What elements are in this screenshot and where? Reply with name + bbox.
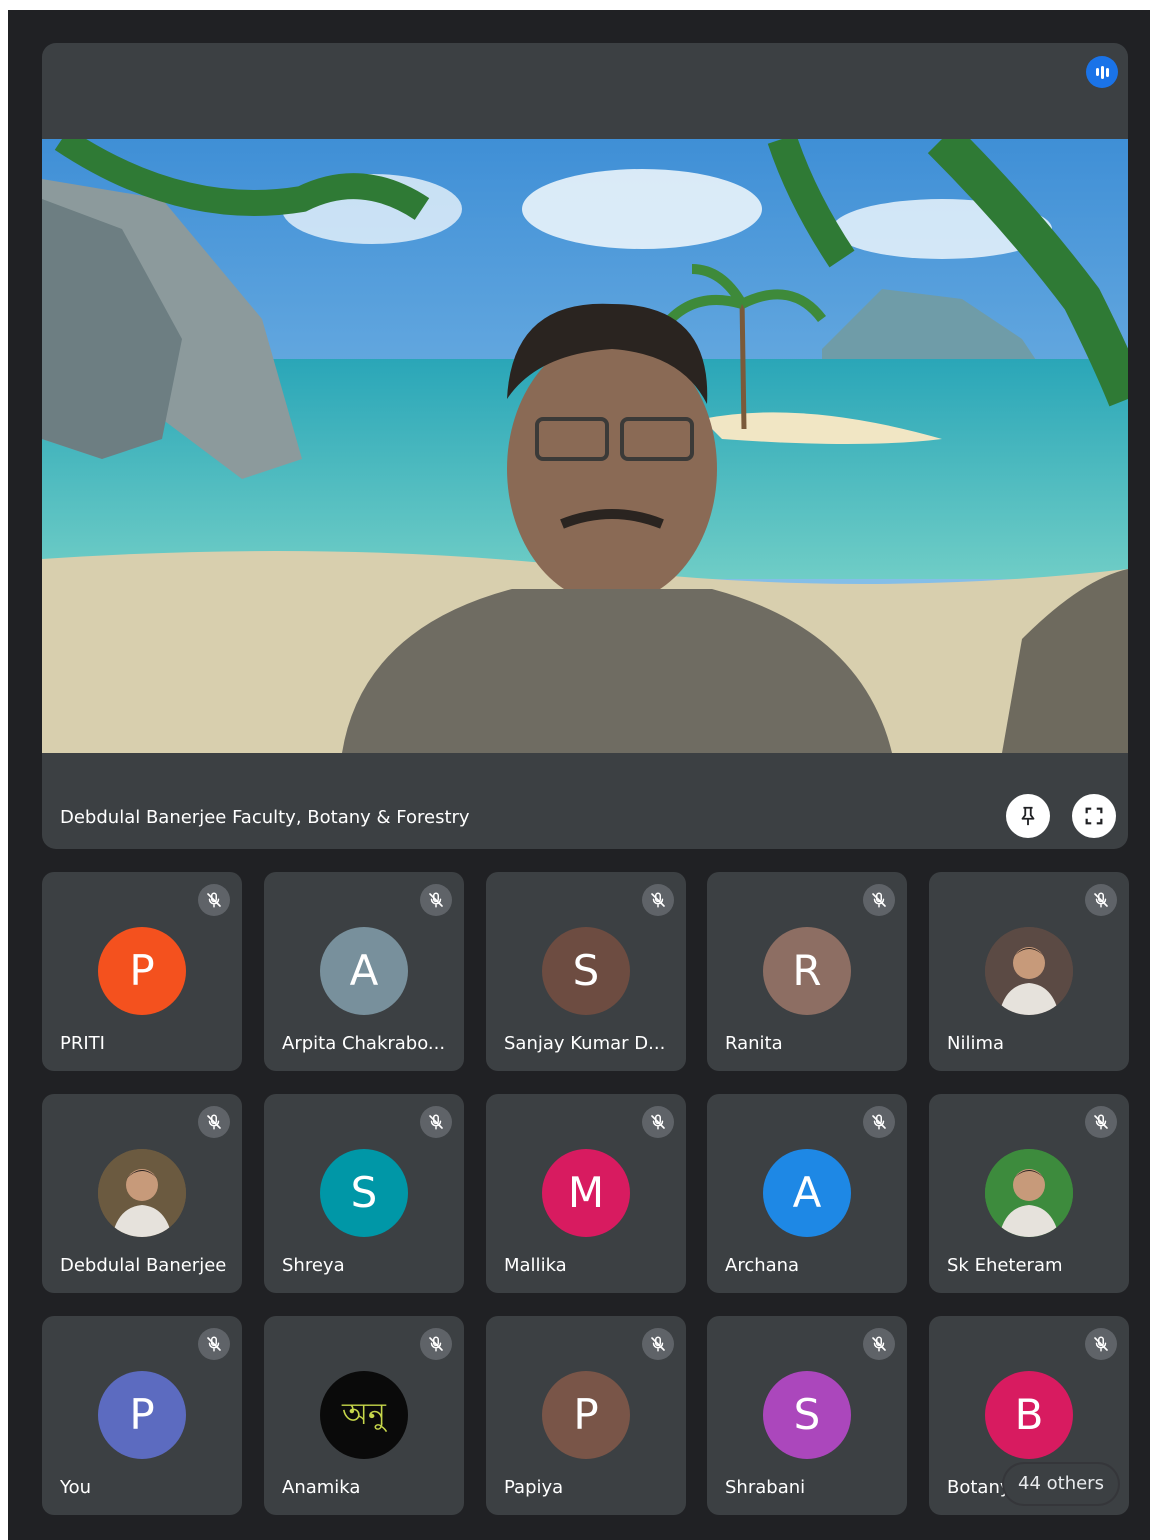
participant-tile[interactable]: R Ranita (707, 872, 907, 1071)
mic-off-icon (1085, 1328, 1117, 1360)
avatar: M (542, 1149, 630, 1237)
participant-name: Shrabani (725, 1477, 806, 1498)
avatar: A (763, 1149, 851, 1237)
avatar: P (542, 1371, 630, 1459)
participant-tile[interactable]: অনু Anamika (264, 1316, 464, 1515)
mic-off-icon (198, 1106, 230, 1138)
participant-tile[interactable]: M Mallika (486, 1094, 686, 1293)
speaker-video-frame (42, 139, 1128, 753)
participant-tile[interactable]: S Sanjay Kumar D... (486, 872, 686, 1071)
participant-tile[interactable]: S Shrabani (707, 1316, 907, 1515)
mic-off-icon (642, 1328, 674, 1360)
participant-tile[interactable]: P You (42, 1316, 242, 1515)
participant-name: Sanjay Kumar D... (504, 1033, 666, 1054)
pin-button[interactable] (1006, 794, 1050, 838)
avatar-photo (985, 1149, 1073, 1237)
fullscreen-icon (1085, 807, 1103, 825)
avatar: P (98, 1371, 186, 1459)
mic-off-icon (863, 884, 895, 916)
avatar: S (320, 1149, 408, 1237)
mic-off-icon (420, 1328, 452, 1360)
avatar: R (763, 927, 851, 1015)
avatar: S (542, 927, 630, 1015)
participant-tile[interactable]: A Arpita Chakrabo... (264, 872, 464, 1071)
participant-tile[interactable]: B Botany 44 others (929, 1316, 1129, 1515)
main-speaker-name: Debdulal Banerjee Faculty, Botany & Fore… (60, 807, 470, 828)
participant-name: You (60, 1477, 92, 1498)
mic-off-icon (863, 1106, 895, 1138)
avatar: S (763, 1371, 851, 1459)
participant-tile[interactable]: S Shreya (264, 1094, 464, 1293)
participant-tile[interactable]: Sk Eheteram (929, 1094, 1129, 1293)
mic-off-icon (198, 884, 230, 916)
participant-tile[interactable]: Debdulal Banerjee (42, 1094, 242, 1293)
participant-name: PRITI (60, 1033, 105, 1054)
mic-off-icon (420, 884, 452, 916)
participant-tile[interactable]: P Papiya (486, 1316, 686, 1515)
mic-off-icon (420, 1106, 452, 1138)
avatar: B (985, 1371, 1073, 1459)
avatar: অনু (320, 1371, 408, 1459)
participant-name: Mallika (504, 1255, 567, 1276)
pin-icon (1021, 806, 1035, 826)
speaking-indicator-icon (1086, 56, 1118, 88)
participant-name: Anamika (282, 1477, 361, 1498)
avatar-photo (985, 927, 1073, 1015)
mic-off-icon (863, 1328, 895, 1360)
mic-off-icon (642, 884, 674, 916)
participant-tile[interactable]: P PRITI (42, 872, 242, 1071)
mic-off-icon (198, 1328, 230, 1360)
participant-name: Arpita Chakrabo... (282, 1033, 446, 1054)
mic-off-icon (642, 1106, 674, 1138)
avatar: A (320, 927, 408, 1015)
participant-name: Nilima (947, 1033, 1005, 1054)
participant-tile[interactable]: A Archana (707, 1094, 907, 1293)
participant-name: Ranita (725, 1033, 783, 1054)
participant-name: Shreya (282, 1255, 345, 1276)
participant-name: Debdulal Banerjee (60, 1255, 227, 1276)
participant-tile[interactable]: Nilima (929, 872, 1129, 1071)
mic-off-icon (1085, 884, 1117, 916)
mic-off-icon (1085, 1106, 1117, 1138)
others-count-badge[interactable]: 44 others (1004, 1464, 1118, 1504)
participant-name: Sk Eheteram (947, 1255, 1063, 1276)
speaker-video (42, 139, 1128, 753)
main-speaker-tile[interactable]: Debdulal Banerjee Faculty, Botany & Fore… (42, 43, 1128, 849)
participant-name: Archana (725, 1255, 800, 1276)
fullscreen-button[interactable] (1072, 794, 1116, 838)
avatar: P (98, 927, 186, 1015)
avatar-photo (98, 1149, 186, 1237)
participant-name: Papiya (504, 1477, 564, 1498)
